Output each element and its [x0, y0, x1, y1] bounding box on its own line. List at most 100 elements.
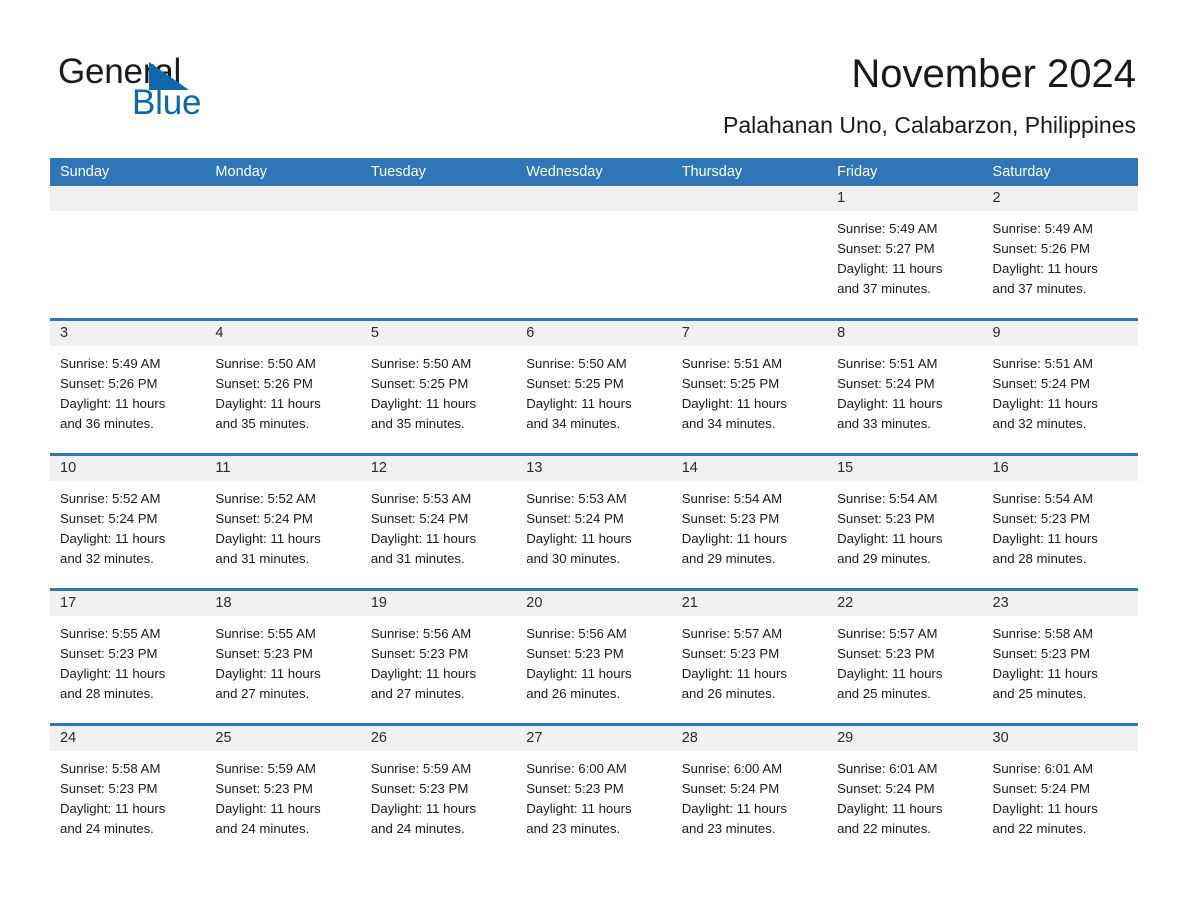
day-cell-16[interactable]: 16 Sunrise: 5:54 AM Sunset: 5:23 PM Dayligh… [982, 456, 1138, 588]
sunset-text: Sunset: 5:23 PM [837, 646, 935, 661]
daylight-text: Daylight: 11 hours [526, 396, 632, 411]
sunrise-text: Sunrise: 6:00 AM [526, 761, 627, 776]
day-number: 18 [205, 591, 361, 616]
page-header: General Blue November 2024 Palahanan Uno… [0, 0, 1188, 158]
day-cell-28[interactable]: 28 Sunrise: 6:00 AM Sunset: 5:24 PM Dayligh… [671, 726, 828, 858]
day-number: 14 [671, 456, 828, 481]
weekday-header-tuesday: Tuesday [370, 164, 426, 180]
day-cell-7[interactable]: 7 Sunrise: 5:51 AM Sunset: 5:25 PM Daylight… [671, 321, 828, 453]
sunset-text: Sunset: 5:26 PM [992, 241, 1091, 256]
daylight-text: Daylight: 11 hours [681, 531, 787, 546]
sunset-text: Sunset: 5:24 PM [370, 511, 469, 526]
day-number: 5 [360, 321, 517, 346]
sunrise-text: Sunrise: 6:01 AM [837, 761, 938, 776]
day-number: 30 [982, 726, 1138, 751]
sunset-text: Sunset: 5:25 PM [370, 376, 469, 391]
daylight-text: Daylight: 11 hours [60, 801, 166, 816]
day-cell-8[interactable]: 8 Sunrise: 5:51 AM Sunset: 5:24 PM Daylight… [827, 321, 983, 453]
calendar-week-row: 24 Sunrise: 5:58 AM Sunset: 5:23 PM Dayligh… [50, 726, 1138, 858]
sunset-text: Sunset: 5:27 PM [837, 241, 935, 256]
sunset-text: Sunset: 5:24 PM [60, 511, 158, 526]
sunset-text: Sunset: 5:23 PM [526, 781, 624, 796]
daylight-text: and 27 minutes. [370, 686, 465, 701]
sunset-text: Sunset: 5:23 PM [681, 646, 780, 661]
day-cell-11[interactable]: 11 Sunrise: 5:52 AM Sunset: 5:24 PM Dayligh… [205, 456, 361, 588]
day-cell-6[interactable]: 6 Sunrise: 5:50 AM Sunset: 5:25 PM Daylight… [516, 321, 672, 453]
day-cell-1[interactable]: 1 Sunrise: 5:49 AM Sunset: 5:27 PM Daylight… [827, 186, 983, 318]
sunset-text: Sunset: 5:25 PM [526, 376, 624, 391]
day-cell-22[interactable]: 22 Sunrise: 5:57 AM Sunset: 5:23 PM Dayligh… [827, 591, 983, 723]
sunset-text: Sunset: 5:24 PM [526, 511, 624, 526]
page-subtitle: Palahanan Uno, Calabarzon, Philippines [722, 112, 1136, 138]
day-details: Sunrise: 5:51 AM Sunset: 5:25 PM Daylight:… [672, 346, 827, 453]
sunset-text: Sunset: 5:23 PM [60, 646, 158, 661]
sunrise-text: Sunrise: 6:01 AM [992, 761, 1093, 776]
day-details [672, 211, 827, 318]
day-cell-4[interactable]: 4 Sunrise: 5:50 AM Sunset: 5:26 PM Daylight… [205, 321, 361, 453]
sunset-text: Sunset: 5:23 PM [526, 646, 624, 661]
day-number [205, 186, 361, 211]
day-cell-17[interactable]: 17 Sunrise: 5:55 AM Sunset: 5:23 PM Dayligh… [50, 591, 206, 723]
day-cell-5[interactable]: 5 Sunrise: 5:50 AM Sunset: 5:25 PM Daylight… [360, 321, 517, 453]
day-cell-20[interactable]: 20 Sunrise: 5:56 AM Sunset: 5:23 PM Dayligh… [516, 591, 672, 723]
day-cell-9[interactable]: 9 Sunrise: 5:51 AM Sunset: 5:24 PM Daylight… [982, 321, 1138, 453]
day-details: Sunrise: 5:56 AM Sunset: 5:23 PM Daylight:… [516, 616, 671, 723]
day-details: Sunrise: 5:50 AM Sunset: 5:25 PM Daylight:… [361, 346, 516, 453]
day-details: Sunrise: 5:59 AM Sunset: 5:23 PM Daylight:… [361, 751, 516, 858]
sunrise-text: Sunrise: 5:54 AM [681, 491, 783, 506]
daylight-text: and 29 minutes. [837, 551, 931, 566]
daylight-text: Daylight: 11 hours [60, 666, 166, 681]
day-number [516, 186, 672, 211]
day-cell-18[interactable]: 18 Sunrise: 5:55 AM Sunset: 5:23 PM Dayligh… [205, 591, 361, 723]
daylight-text: and 34 minutes. [526, 416, 621, 431]
day-number: 7 [671, 321, 828, 346]
sunset-text: Sunset: 5:23 PM [215, 781, 313, 796]
day-number: 11 [205, 456, 361, 481]
sunset-text: Sunset: 5:23 PM [370, 781, 469, 796]
daylight-text: and 24 minutes. [60, 821, 154, 836]
day-number: 12 [360, 456, 517, 481]
day-cell-15[interactable]: 15 Sunrise: 5:54 AM Sunset: 5:23 PM Dayligh… [827, 456, 983, 588]
daylight-text: Daylight: 11 hours [681, 396, 787, 411]
day-cell-21[interactable]: 21 Sunrise: 5:57 AM Sunset: 5:23 PM Dayligh… [671, 591, 828, 723]
daylight-text: and 33 minutes. [837, 416, 931, 431]
day-details: Sunrise: 5:50 AM Sunset: 5:26 PM Daylight:… [205, 346, 360, 453]
daylight-text: Daylight: 11 hours [60, 531, 166, 546]
sunrise-text: Sunrise: 5:51 AM [837, 356, 938, 371]
daylight-text: Daylight: 11 hours [992, 666, 1098, 681]
day-cell-14[interactable]: 14 Sunrise: 5:54 AM Sunset: 5:23 PM Dayligh… [671, 456, 828, 588]
day-number: 17 [50, 591, 206, 616]
day-number: 19 [360, 591, 517, 616]
day-cell-27[interactable]: 27 Sunrise: 6:00 AM Sunset: 5:23 PM Dayligh… [516, 726, 672, 858]
daylight-text: and 25 minutes. [837, 686, 931, 701]
sunrise-text: Sunrise: 6:00 AM [681, 761, 783, 776]
sunset-text: Sunset: 5:25 PM [681, 376, 780, 391]
day-cell-12[interactable]: 12 Sunrise: 5:53 AM Sunset: 5:24 PM Dayligh… [360, 456, 517, 588]
day-details: Sunrise: 5:52 AM Sunset: 5:24 PM Daylight:… [50, 481, 205, 588]
daylight-text: Daylight: 11 hours [992, 801, 1098, 816]
title-block: November 2024 Palahanan Uno, Calabarzon,… [723, 50, 1136, 140]
day-cell-29[interactable]: 29 Sunrise: 6:01 AM Sunset: 5:24 PM Dayligh… [827, 726, 983, 858]
day-cell-10[interactable]: 10 Sunrise: 5:52 AM Sunset: 5:24 PM Dayligh… [50, 456, 206, 588]
daylight-text: and 32 minutes. [60, 551, 154, 566]
daylight-text: and 28 minutes. [60, 686, 154, 701]
day-cell-19[interactable]: 19 Sunrise: 5:56 AM Sunset: 5:23 PM Dayligh… [360, 591, 517, 723]
day-cell-23[interactable]: 23 Sunrise: 5:58 AM Sunset: 5:23 PM Dayligh… [982, 591, 1138, 723]
sunrise-text: Sunrise: 5:49 AM [992, 221, 1093, 236]
daylight-text: and 35 minutes. [370, 416, 465, 431]
day-cell-25[interactable]: 25 Sunrise: 5:59 AM Sunset: 5:23 PM Dayligh… [205, 726, 361, 858]
daylight-text: and 26 minutes. [681, 686, 776, 701]
day-cell-26[interactable]: 26 Sunrise: 5:59 AM Sunset: 5:23 PM Dayligh… [360, 726, 517, 858]
daylight-text: Daylight: 11 hours [681, 666, 787, 681]
day-cell-24[interactable]: 24 Sunrise: 5:58 AM Sunset: 5:23 PM Dayligh… [50, 726, 206, 858]
brand-logo[interactable]: General Blue [58, 52, 358, 122]
daylight-text: Daylight: 11 hours [837, 531, 943, 546]
day-cell-13[interactable]: 13 Sunrise: 5:53 AM Sunset: 5:24 PM Dayligh… [516, 456, 672, 588]
day-cell-2[interactable]: 2 Sunrise: 5:49 AM Sunset: 5:26 PM Daylight… [982, 186, 1138, 318]
daylight-text: Daylight: 11 hours [215, 801, 321, 816]
day-number: 3 [50, 321, 206, 346]
day-details: Sunrise: 6:01 AM Sunset: 5:24 PM Daylight:… [983, 751, 1138, 858]
day-cell-30[interactable]: 30 Sunrise: 6:01 AM Sunset: 5:24 PM Dayligh… [982, 726, 1138, 858]
sunset-text: Sunset: 5:26 PM [215, 376, 313, 391]
day-cell-3[interactable]: 3 Sunrise: 5:49 AM Sunset: 5:26 PM Daylight… [50, 321, 206, 453]
